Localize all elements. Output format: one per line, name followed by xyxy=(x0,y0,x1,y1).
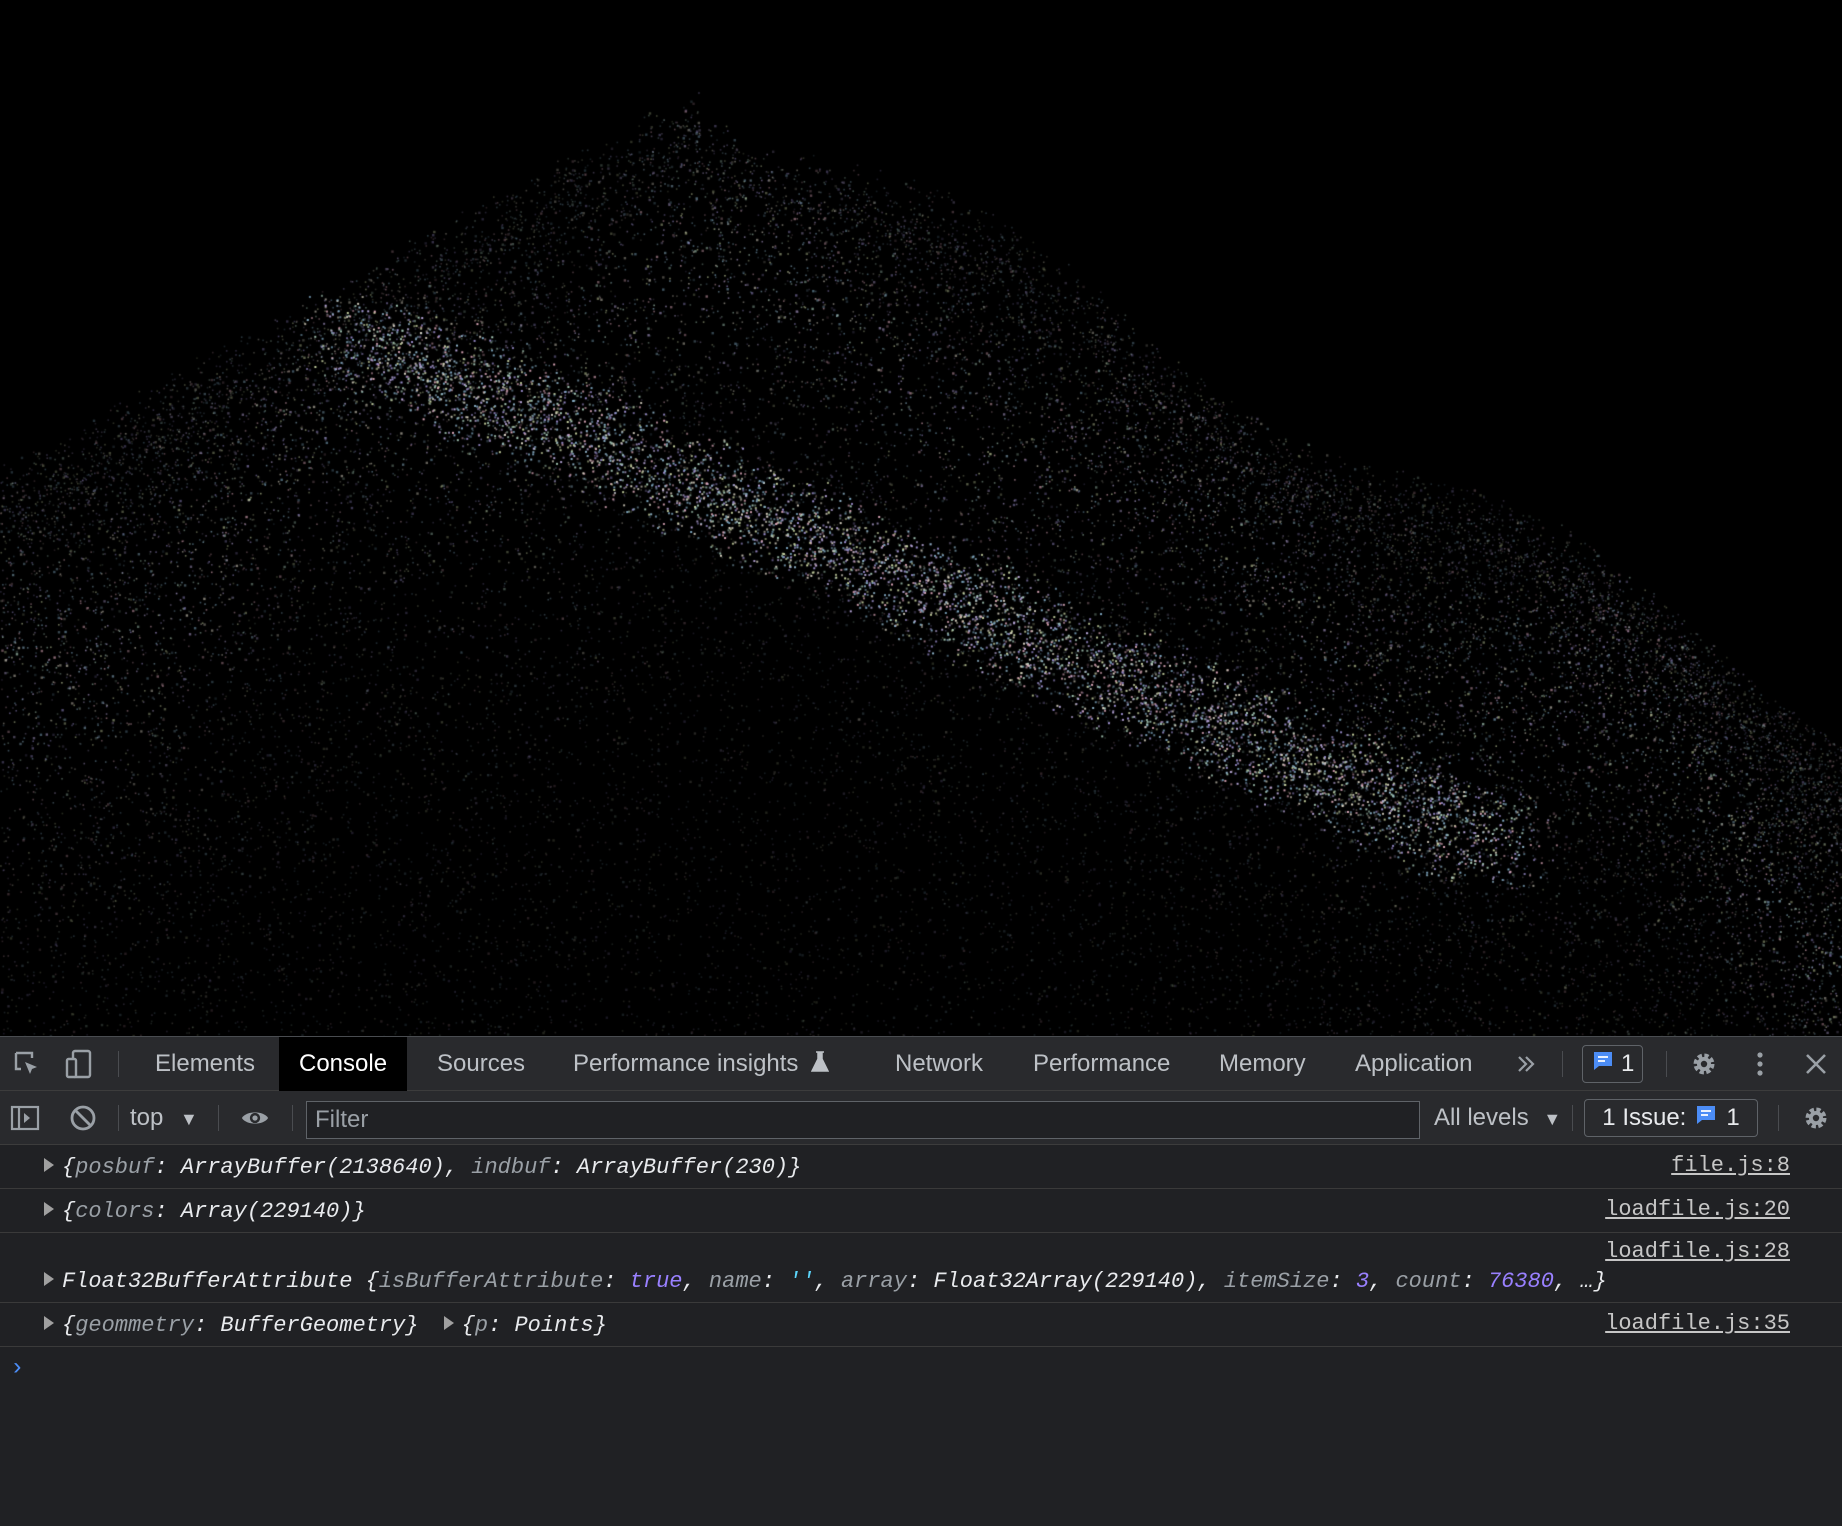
webgl-viewport[interactable] xyxy=(0,0,1842,1036)
dropdown-caret-icon: ▼ xyxy=(1543,1109,1562,1129)
message-token: indbuf xyxy=(471,1155,551,1180)
tab-application[interactable]: Application xyxy=(1335,1037,1492,1091)
devtools-panel: Elements Console Sources Performance ins… xyxy=(0,1036,1842,1526)
divider xyxy=(1666,1051,1667,1077)
tab-performance-insights[interactable]: Performance insights xyxy=(553,1037,849,1091)
console-prompt-caret-icon[interactable]: › xyxy=(10,1355,24,1382)
message-body[interactable]: {posbuf: ArrayBuffer(2138640), indbuf: A… xyxy=(44,1155,801,1180)
message-token: { xyxy=(62,1199,76,1224)
issues-button[interactable]: 1 Issue: 1 xyxy=(1584,1099,1758,1137)
divider xyxy=(292,1105,293,1131)
tab-performance[interactable]: Performance xyxy=(1013,1037,1190,1091)
message-body[interactable]: Float32BufferAttribute {isBufferAttribut… xyxy=(44,1269,1607,1294)
context-selector[interactable]: top ▼ xyxy=(130,1091,198,1145)
expand-triangle-icon[interactable] xyxy=(44,1202,54,1216)
message-body[interactable]: {geommetry: BufferGeometry} {p: Points} xyxy=(44,1313,607,1338)
divider xyxy=(118,1051,119,1077)
message-token: : ArrayBuffer(2138640), xyxy=(154,1155,472,1180)
source-link[interactable]: loadfile.js:35 xyxy=(1605,1311,1790,1336)
issues-counter-button[interactable]: 1 xyxy=(1582,1045,1644,1083)
message-token: , …} xyxy=(1553,1269,1607,1294)
console-message[interactable]: {geommetry: BufferGeometry} {p: Points} … xyxy=(0,1303,1842,1347)
settings-gear-icon[interactable] xyxy=(1689,1049,1719,1079)
expand-triangle-icon[interactable] xyxy=(44,1272,54,1286)
divider xyxy=(118,1105,119,1131)
inspect-element-icon[interactable] xyxy=(12,1049,42,1079)
live-expression-eye-icon[interactable] xyxy=(240,1103,270,1133)
message-token: { xyxy=(62,1155,76,1180)
message-token: itemSize xyxy=(1223,1269,1330,1294)
tab-memory[interactable]: Memory xyxy=(1199,1037,1326,1091)
source-link[interactable]: loadfile.js:28 xyxy=(1605,1239,1790,1264)
close-icon[interactable] xyxy=(1801,1049,1831,1079)
message-token: array xyxy=(840,1269,907,1294)
console-message[interactable]: Float32BufferAttribute {isBufferAttribut… xyxy=(0,1233,1842,1303)
tab-elements[interactable]: Elements xyxy=(135,1037,275,1091)
tab-sources[interactable]: Sources xyxy=(417,1037,545,1091)
divider xyxy=(218,1105,219,1131)
issues-label: 1 Issue: xyxy=(1602,1104,1687,1131)
message-token: , xyxy=(1369,1269,1396,1294)
message-token: : xyxy=(603,1269,630,1294)
message-token: 3 xyxy=(1355,1269,1370,1294)
device-toolbar-icon[interactable] xyxy=(64,1049,94,1079)
message-icon xyxy=(1694,1103,1718,1134)
devtools-tabbar: Elements Console Sources Performance ins… xyxy=(0,1037,1842,1091)
message-token: { xyxy=(62,1313,76,1338)
message-token: : Points} xyxy=(488,1313,607,1338)
message-token: true xyxy=(629,1269,683,1294)
log-levels-dropdown[interactable]: All levels ▼ xyxy=(1434,1091,1561,1145)
experiment-flask-icon xyxy=(810,1039,830,1093)
console-toolbar: top ▼ Filter All levels ▼ 1 Issue: 1 xyxy=(0,1091,1842,1145)
message-token: count xyxy=(1395,1269,1462,1294)
clear-console-icon[interactable] xyxy=(68,1103,98,1133)
tab-network[interactable]: Network xyxy=(875,1037,1003,1091)
message-token: : xyxy=(1329,1269,1356,1294)
message-body[interactable]: {colors: Array(229140)} xyxy=(44,1199,366,1224)
message-token: : Float32Array(229140), xyxy=(906,1269,1224,1294)
point-cloud-canvas[interactable] xyxy=(0,0,1842,1036)
expand-triangle-icon[interactable] xyxy=(44,1316,54,1330)
message-token: : ArrayBuffer(230)} xyxy=(550,1155,802,1180)
message-token: : Array(229140)} xyxy=(154,1199,366,1224)
dropdown-caret-icon: ▼ xyxy=(180,1109,198,1129)
message-token: posbuf xyxy=(75,1155,155,1180)
issues-count: 1 xyxy=(1621,1050,1635,1077)
message-token: Float32BufferAttribute { xyxy=(62,1269,379,1294)
message-token: '' xyxy=(788,1269,815,1294)
message-token: isBufferAttribute xyxy=(378,1269,604,1294)
expand-triangle-icon[interactable] xyxy=(44,1158,54,1172)
message-icon xyxy=(1591,1049,1615,1080)
kebab-menu-icon[interactable] xyxy=(1745,1049,1775,1079)
show-sidebar-icon[interactable] xyxy=(10,1103,40,1133)
message-token: geommetry xyxy=(75,1313,195,1338)
issues-count: 1 xyxy=(1726,1104,1740,1131)
message-token: , xyxy=(814,1269,841,1294)
filter-input[interactable]: Filter xyxy=(306,1101,1420,1139)
tab-performance-insights-label: Performance insights xyxy=(573,1050,799,1077)
console-message[interactable]: {posbuf: ArrayBuffer(2138640), indbuf: A… xyxy=(0,1145,1842,1189)
console-settings-gear-icon[interactable] xyxy=(1801,1103,1831,1133)
message-token: : BufferGeometry} xyxy=(194,1313,419,1338)
message-token: 76380 xyxy=(1487,1269,1554,1294)
message-token: , xyxy=(682,1269,709,1294)
message-token: p xyxy=(474,1313,489,1338)
message-token: name xyxy=(708,1269,762,1294)
message-token: colors xyxy=(75,1199,155,1224)
divider xyxy=(1572,1105,1573,1131)
context-selector-value: top xyxy=(130,1104,164,1131)
expand-triangle-icon[interactable] xyxy=(443,1316,454,1330)
console-messages: {posbuf: ArrayBuffer(2138640), indbuf: A… xyxy=(0,1145,1842,1347)
source-link[interactable]: loadfile.js:20 xyxy=(1605,1197,1790,1222)
tab-console[interactable]: Console xyxy=(279,1037,408,1091)
message-token: : xyxy=(1461,1269,1488,1294)
message-token: { xyxy=(461,1313,475,1338)
console-message[interactable]: {colors: Array(229140)} loadfile.js:20 xyxy=(0,1189,1842,1233)
message-token: : xyxy=(761,1269,789,1294)
log-levels-value: All levels xyxy=(1434,1104,1529,1131)
more-tabs-chevron-icon[interactable] xyxy=(1511,1049,1541,1079)
divider xyxy=(1778,1105,1779,1131)
source-link[interactable]: file.js:8 xyxy=(1671,1153,1790,1178)
divider xyxy=(1562,1051,1563,1077)
